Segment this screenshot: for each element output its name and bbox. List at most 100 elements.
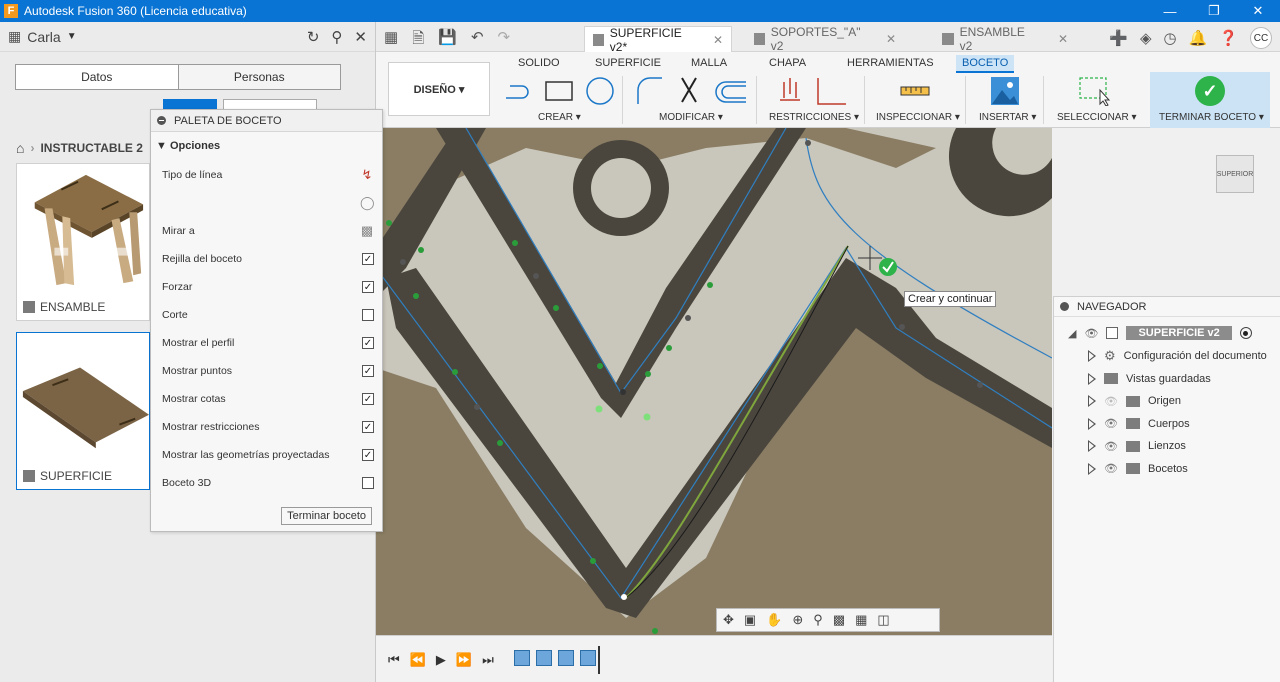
- group-seleccionar[interactable]: SELECCIONAR ▾: [1057, 112, 1136, 123]
- close-tab-icon[interactable]: ✕: [886, 32, 896, 46]
- redo-icon[interactable]: ↷: [498, 28, 511, 53]
- extrude-feature-icon[interactable]: [536, 650, 552, 666]
- expand-triangle-icon[interactable]: [1088, 417, 1096, 430]
- expand-triangle-icon[interactable]: [1088, 440, 1096, 452]
- collapse-icon[interactable]: [157, 116, 166, 125]
- tab-datos[interactable]: Datos: [16, 65, 178, 89]
- refresh-icon[interactable]: ↻: [307, 28, 320, 46]
- look-at-icon[interactable]: ▩: [360, 223, 374, 239]
- palette-checkbox[interactable]: ✓: [362, 421, 374, 433]
- navigator-item[interactable]: 👁 Lienzos: [1088, 437, 1186, 455]
- sketch-feature-icon[interactable]: [558, 650, 574, 666]
- group-modificar[interactable]: MODIFICAR ▾: [659, 112, 723, 123]
- minimize-icon[interactable]: —: [1148, 0, 1192, 22]
- doc-tab-ensamble[interactable]: ENSAMBLE v2 ✕: [934, 25, 1076, 53]
- avatar[interactable]: CC: [1250, 27, 1272, 49]
- navigator-item[interactable]: Vistas guardadas: [1088, 370, 1211, 388]
- file-card-superficie[interactable]: SUPERFICIE: [16, 332, 150, 490]
- visibility-eye-icon[interactable]: 👁: [1104, 462, 1118, 475]
- sketch-canvas[interactable]: [376, 128, 1052, 635]
- close-tab-icon[interactable]: ✕: [713, 33, 723, 47]
- palette-checkbox[interactable]: ✓: [362, 365, 374, 377]
- notifications-icon[interactable]: 🔔: [1189, 29, 1208, 47]
- workspace-switcher[interactable]: DISEÑO ▾: [388, 62, 490, 116]
- zoom-icon[interactable]: ⊕: [792, 612, 803, 628]
- group-restricciones[interactable]: RESTRICCIONES ▾: [769, 112, 859, 123]
- play-icon[interactable]: ▶: [436, 652, 446, 668]
- undo-icon[interactable]: ↶: [471, 28, 484, 53]
- finish-sketch-palette-button[interactable]: Terminar boceto: [281, 507, 372, 525]
- grid-menu-icon[interactable]: ▦: [384, 28, 398, 53]
- navigator-root[interactable]: ◢ 👁 SUPERFICIE v2: [1068, 324, 1252, 342]
- navigator-item[interactable]: 👁 Bocetos: [1088, 460, 1188, 478]
- help-icon[interactable]: ❓: [1219, 29, 1238, 47]
- visibility-eye-icon[interactable]: 👁: [1104, 440, 1118, 453]
- viewports-icon[interactable]: ◫: [877, 612, 889, 628]
- palette-checkbox[interactable]: ✓: [362, 281, 374, 293]
- tab-chapa[interactable]: CHAPA: [763, 55, 812, 71]
- navigator-header[interactable]: NAVEGADOR: [1054, 297, 1280, 317]
- visibility-eye-icon[interactable]: 👁: [1104, 417, 1118, 430]
- construction-icon[interactable]: ◯: [360, 195, 375, 211]
- tab-herramientas[interactable]: HERRAMIENTAS: [841, 55, 940, 71]
- close-icon[interactable]: ✕: [1236, 0, 1280, 22]
- canvas-feature-icon[interactable]: [580, 650, 596, 666]
- step-back-icon[interactable]: ⏪: [410, 652, 426, 668]
- palette-checkbox[interactable]: ✓: [362, 449, 374, 461]
- sketch-feature-icon[interactable]: [514, 650, 530, 666]
- chevron-down-icon[interactable]: ▼: [67, 31, 77, 42]
- breadcrumb-project[interactable]: INSTRUCTABLE 2: [40, 141, 142, 155]
- restore-icon[interactable]: ❐: [1192, 0, 1236, 22]
- close-panel-icon[interactable]: ✕: [354, 28, 367, 46]
- file-card-ensamble[interactable]: ENSAMBLE: [16, 163, 150, 321]
- finish-sketch-button[interactable]: ✓ TERMINAR BOCETO ▾: [1150, 72, 1270, 128]
- tab-personas[interactable]: Personas: [177, 65, 340, 89]
- palette-checkbox[interactable]: [362, 309, 374, 321]
- look-at-icon[interactable]: ▣: [744, 612, 756, 628]
- expand-triangle-icon[interactable]: [1088, 395, 1096, 407]
- palette-checkbox[interactable]: ✓: [362, 337, 374, 349]
- file-menu-icon[interactable]: 🗎: [412, 28, 424, 53]
- save-icon[interactable]: 💾: [438, 28, 457, 53]
- zoom-window-icon[interactable]: ⚲: [813, 612, 823, 628]
- palette-section-opciones[interactable]: ▼ Opciones: [156, 140, 220, 152]
- orbit-icon[interactable]: ✥: [723, 612, 734, 628]
- job-status-icon[interactable]: ◷: [1164, 29, 1177, 47]
- palette-checkbox[interactable]: [362, 477, 374, 489]
- palette-checkbox[interactable]: ✓: [362, 253, 374, 265]
- palette-checkbox[interactable]: ✓: [362, 393, 374, 405]
- group-crear[interactable]: CREAR ▾: [538, 112, 581, 123]
- line-type-icon[interactable]: ↯: [360, 167, 374, 183]
- go-to-end-icon[interactable]: ⏭: [482, 652, 494, 668]
- user-name[interactable]: Carla: [27, 29, 60, 45]
- pan-hand-icon[interactable]: ✋: [766, 612, 782, 628]
- expand-triangle-icon[interactable]: [1088, 372, 1096, 385]
- home-icon[interactable]: ⌂: [16, 140, 24, 156]
- grid-settings-icon[interactable]: ▦: [855, 612, 867, 628]
- expand-triangle-icon[interactable]: ◢: [1068, 327, 1076, 340]
- hidden-eye-icon[interactable]: 👁: [1104, 395, 1118, 408]
- expand-triangle-icon[interactable]: [1088, 462, 1096, 475]
- timeline-marker[interactable]: [598, 646, 600, 674]
- navigator-item[interactable]: 👁 Cuerpos: [1088, 415, 1190, 433]
- activate-radio-icon[interactable]: [1239, 327, 1252, 339]
- step-forward-icon[interactable]: ⏩: [456, 652, 472, 668]
- navigator-item[interactable]: 👁 Origen: [1088, 392, 1181, 410]
- tab-solido[interactable]: SOLIDO: [512, 55, 566, 71]
- tab-malla[interactable]: MALLA: [685, 55, 733, 71]
- tab-boceto[interactable]: BOCETO: [956, 55, 1015, 73]
- new-tab-icon[interactable]: ➕: [1109, 29, 1128, 47]
- visibility-eye-icon[interactable]: 👁: [1084, 327, 1098, 340]
- viewcube[interactable]: SUPERIOR: [1216, 155, 1254, 193]
- tab-superficie[interactable]: SUPERFICIE: [589, 55, 667, 71]
- doc-tab-superficie[interactable]: SUPERFICIE v2* ✕: [584, 26, 732, 54]
- extensions-icon[interactable]: ◈: [1140, 29, 1152, 47]
- palette-header[interactable]: PALETA DE BOCETO: [151, 110, 382, 132]
- collapse-icon[interactable]: [1060, 302, 1069, 311]
- close-tab-icon[interactable]: ✕: [1058, 32, 1068, 46]
- search-icon[interactable]: ⚲: [331, 28, 342, 46]
- expand-triangle-icon[interactable]: [1088, 350, 1096, 362]
- group-insertar[interactable]: INSERTAR ▾: [979, 112, 1036, 123]
- display-settings-icon[interactable]: ▩: [833, 612, 845, 628]
- group-inspeccionar[interactable]: INSPECCIONAR ▾: [876, 112, 960, 123]
